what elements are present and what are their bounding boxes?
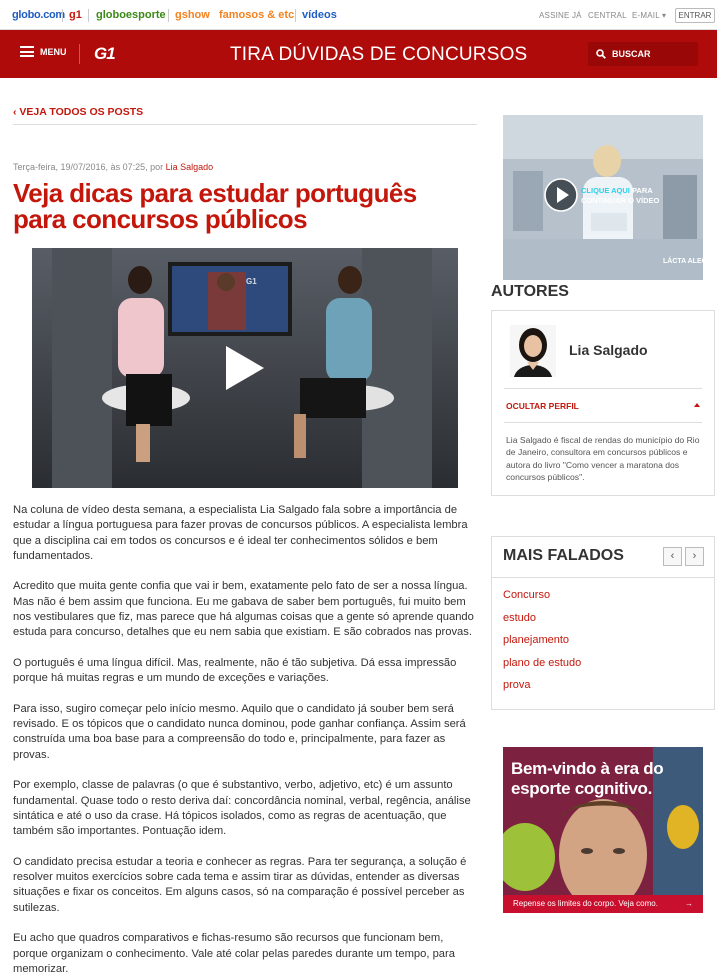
assine-link[interactable]: ASSINE JÁ: [539, 11, 582, 20]
menu-label: MENU: [40, 46, 67, 57]
divider: [62, 9, 63, 22]
entrar-button[interactable]: ENTRAR: [675, 8, 715, 23]
divider: [13, 124, 477, 125]
tag-link[interactable]: estudo: [503, 612, 581, 635]
menu-button[interactable]: MENU: [20, 46, 67, 57]
advertisement[interactable]: Bem-vindo à era do esporte cognitivo. Re…: [503, 747, 703, 913]
tag-link[interactable]: Concurso: [503, 589, 581, 612]
promo-badge: LÁCTA ALEGRIA: [663, 256, 703, 265]
prev-button[interactable]: ‹: [663, 547, 682, 566]
email-label: E-MAIL: [632, 11, 660, 20]
paragraph: Por exemplo, classe de palavras (o que é…: [13, 779, 471, 838]
video-player[interactable]: G1: [32, 248, 458, 488]
blog-title[interactable]: TIRA DÚVIDAS DE CONCURSOS: [230, 44, 527, 66]
divider: [504, 422, 702, 423]
mais-falados-widget: MAIS FALADOS ‹ › Concurso estudo planeja…: [491, 536, 715, 710]
email-link[interactable]: E-MAIL ▾: [632, 11, 666, 20]
promo-video[interactable]: LÁCTA ALEGRIA CLIQUE AQUI PARA CONTINUAR…: [503, 115, 703, 280]
promo-cta: CLIQUE AQUI PARA CONTINUAR O VÍDEO: [581, 186, 681, 206]
divider: [504, 388, 702, 389]
ad-footer-text: Repense os limites do corpo. Veja como.: [513, 899, 658, 908]
gshow-link[interactable]: gshow: [175, 9, 210, 21]
tag-link[interactable]: prova: [503, 679, 581, 702]
hamburger-icon: [20, 46, 34, 57]
divider: [492, 577, 714, 578]
paragraph: Eu acho que quadros comparativos e ficha…: [13, 932, 455, 975]
video-thumbnail: G1: [32, 248, 458, 488]
chevron-up-icon[interactable]: [694, 403, 700, 407]
paragraph: Para isso, sugiro começar pelo início me…: [13, 702, 466, 761]
site-header: MENU G1 TIRA DÚVIDAS DE CONCURSOS BUSCAR: [0, 30, 717, 78]
paragraph: Na coluna de vídeo desta semana, a espec…: [13, 504, 468, 562]
back-label: VEJA TODOS OS POSTS: [19, 106, 144, 118]
post-title: Veja dicas para estudar português para c…: [13, 178, 417, 234]
chevron-left-icon: ‹: [670, 550, 675, 562]
autores-heading: AUTORES: [491, 283, 569, 300]
famosos-link[interactable]: famosos & etc: [219, 9, 294, 21]
post-author-link[interactable]: Lia Salgado: [166, 162, 214, 172]
videos-link[interactable]: vídeos: [302, 9, 337, 21]
hide-profile-toggle[interactable]: OCULTAR PERFIL: [506, 401, 579, 411]
globo-top-bar: globo.com g1 globoesporte gshow famosos …: [0, 0, 717, 30]
chevron-right-icon: ›: [692, 550, 697, 562]
tag-link[interactable]: plano de estudo: [503, 657, 581, 680]
paragraph: O candidato precisa estudar a teoria e c…: [13, 855, 467, 914]
post-body: Na coluna de vídeo desta semana, a espec…: [13, 503, 475, 977]
ad-headline: Bem-vindo à era do esporte cognitivo.: [511, 759, 664, 798]
globo-link[interactable]: globo.com: [12, 9, 65, 21]
chevron-down-icon: ▾: [659, 11, 667, 20]
post-meta: Terça-feira, 19/07/2016, às 07:25, por L…: [13, 162, 213, 172]
paragraph: O português é uma língua difícil. Mas, r…: [13, 656, 457, 685]
globoesporte-link[interactable]: globoesporte: [96, 9, 166, 21]
avatar[interactable]: [510, 325, 556, 377]
divider: [88, 9, 89, 22]
g1-link[interactable]: g1: [69, 9, 82, 21]
next-button[interactable]: ›: [685, 547, 704, 566]
video-overlay-text: G1: [246, 277, 257, 286]
tag-link[interactable]: planejamento: [503, 634, 581, 657]
author-photo: [510, 325, 556, 377]
back-to-posts-link[interactable]: ‹ VEJA TODOS OS POSTS: [13, 106, 143, 118]
author-name[interactable]: Lia Salgado: [569, 342, 648, 358]
divider: [79, 44, 80, 64]
search-icon: [596, 49, 606, 59]
mais-falados-heading: MAIS FALADOS: [503, 547, 624, 564]
ad-footer: Repense os limites do corpo. Veja como. …: [503, 895, 703, 913]
paragraph: Acredito que muita gente confia que vai …: [13, 580, 474, 639]
g1-logo[interactable]: G1: [94, 44, 116, 64]
search-button[interactable]: BUSCAR: [588, 42, 698, 66]
central-link[interactable]: CENTRAL: [588, 11, 627, 20]
tag-list: Concurso estudo planejamento plano de es…: [503, 589, 581, 702]
arrow-right-icon: →: [685, 899, 693, 908]
promo-cta-highlight: CLIQUE AQUI: [581, 186, 630, 195]
post-date: Terça-feira, 19/07/2016, às 07:25, por: [13, 162, 164, 172]
author-bio: Lia Salgado é fiscal de rendas do municí…: [506, 435, 700, 483]
divider: [168, 9, 169, 22]
divider: [295, 9, 296, 22]
search-label: BUSCAR: [612, 49, 651, 59]
author-card: Lia Salgado OCULTAR PERFIL Lia Salgado é…: [491, 310, 715, 496]
